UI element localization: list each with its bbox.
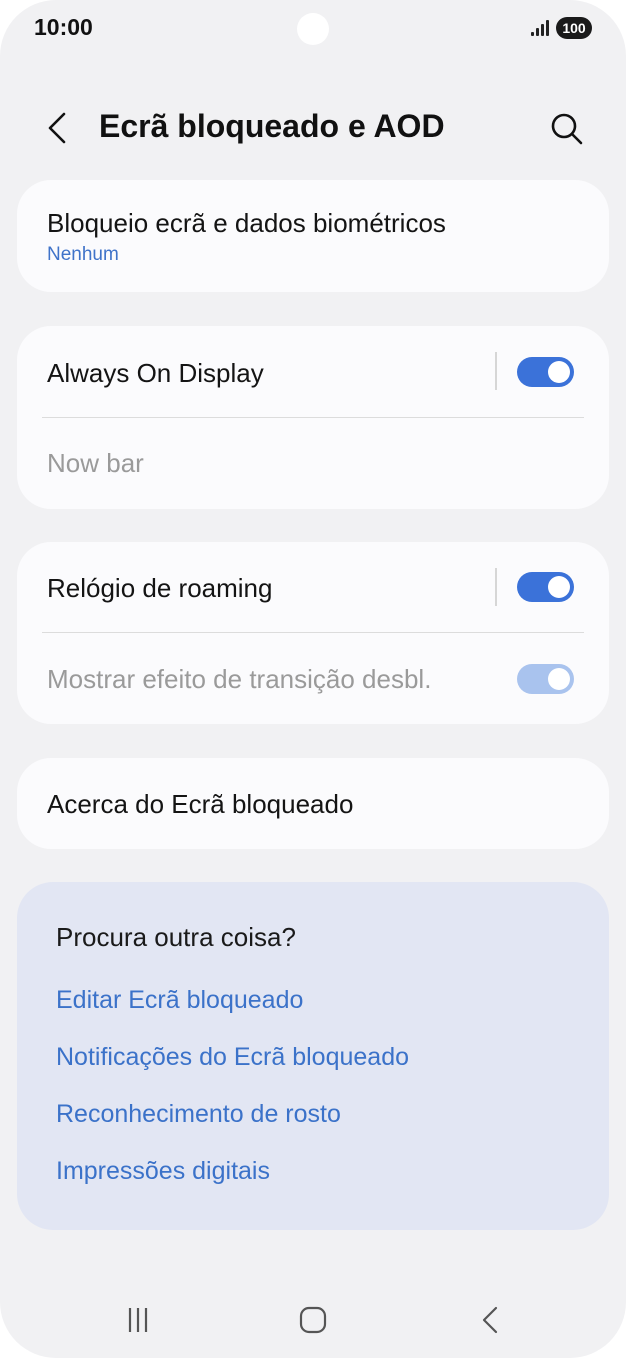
about-lock-screen-label: Acerca do Ecrã bloqueado: [47, 789, 354, 819]
lock-screen-type-value: Nenhum: [47, 244, 119, 265]
suggestion-link-edit-lock-screen[interactable]: Editar Ecrã bloqueado: [56, 986, 303, 1015]
front-camera-cutout: [297, 13, 329, 45]
suggestion-link-face-recognition[interactable]: Reconhecimento de rosto: [56, 1100, 341, 1129]
roaming-clock-row[interactable]: Relógio de roaming: [17, 542, 609, 632]
roaming-card: Relógio de roaming Mostrar efeito de tra…: [17, 542, 609, 724]
battery-icon: 100: [556, 17, 592, 39]
suggestion-link-fingerprints[interactable]: Impressões digitais: [56, 1157, 270, 1186]
nav-back-button[interactable]: [466, 1298, 514, 1342]
row-separator: [495, 352, 497, 390]
search-button[interactable]: [544, 106, 590, 152]
suggestions-title: Procura outra coisa?: [56, 922, 296, 952]
recent-apps-icon: [128, 1308, 148, 1332]
page-title: Ecrã bloqueado e AOD: [99, 108, 445, 144]
lock-screen-card[interactable]: Bloqueio ecrã e dados biométricos Nenhum: [17, 180, 609, 292]
back-button[interactable]: [36, 106, 80, 150]
suggestions-panel: Procura outra coisa? Editar Ecrã bloquea…: [17, 882, 609, 1230]
signal-icon: [531, 18, 553, 36]
unlock-transition-label: Mostrar efeito de transição desbl.: [47, 664, 432, 694]
home-button[interactable]: [289, 1298, 337, 1342]
about-lock-screen-card[interactable]: Acerca do Ecrã bloqueado: [17, 758, 609, 849]
aod-card: Always On Display Now bar: [17, 326, 609, 509]
row-separator: [495, 568, 497, 606]
status-time: 10:00: [34, 14, 93, 40]
status-bar: 10:00 100: [0, 0, 626, 60]
always-on-display-label: Always On Display: [47, 358, 264, 388]
unlock-transition-row[interactable]: Mostrar efeito de transição desbl.: [17, 633, 609, 724]
always-on-display-row[interactable]: Always On Display: [17, 326, 609, 417]
back-icon: [482, 1306, 498, 1334]
home-icon: [299, 1306, 327, 1334]
now-bar-row[interactable]: Now bar: [17, 418, 609, 509]
recent-apps-button[interactable]: [118, 1298, 166, 1342]
roaming-clock-toggle[interactable]: [517, 572, 574, 602]
now-bar-label: Now bar: [47, 448, 144, 478]
chevron-left-icon: [48, 112, 66, 144]
suggestion-link-lock-screen-notifications[interactable]: Notificações do Ecrã bloqueado: [56, 1043, 409, 1072]
search-icon: [551, 113, 583, 145]
phone-screen: 10:00 100 Ecrã bloqueado e AOD Bloqueio …: [0, 0, 626, 1358]
roaming-clock-label: Relógio de roaming: [47, 573, 273, 603]
lock-screen-type-title: Bloqueio ecrã e dados biométricos: [47, 208, 446, 238]
always-on-display-toggle[interactable]: [517, 357, 574, 387]
unlock-transition-toggle[interactable]: [517, 664, 574, 694]
